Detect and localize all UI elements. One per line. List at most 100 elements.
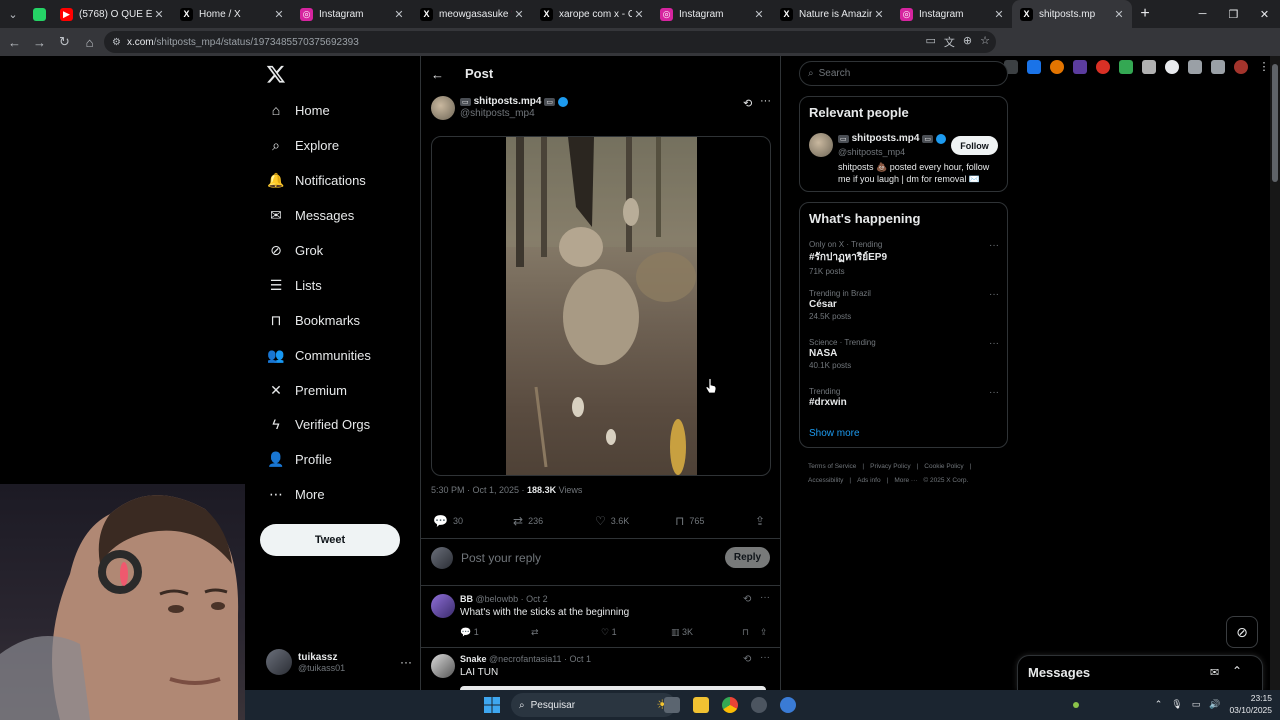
more-dots-icon[interactable]: ··· [989,240,999,251]
share-action[interactable]: ⇪ [755,514,770,528]
more-dots-icon[interactable]: ··· [760,592,770,603]
extension-icon[interactable] [1027,60,1041,74]
comment-bookmark-action[interactable]: ⊓ [742,627,749,638]
account-switcher[interactable]: tuikassz @tuikass01 ··· [266,646,412,678]
tab-close-icon[interactable]: ✕ [632,8,646,21]
display-icon[interactable]: ▭ [1192,699,1201,710]
nav-item-messages[interactable]: ✉ Messages [266,202,354,228]
author-name[interactable]: shitposts.mp4 [474,96,542,107]
comment-reply-action[interactable]: 💬 1 [460,627,479,638]
reload-button[interactable]: ↻ [52,28,77,56]
trend-item[interactable]: Trending #drxwin ··· [809,387,999,408]
address-bar[interactable]: ⚙ x.com/shitposts_mp4/status/19734855703… [104,31,996,53]
comment-like-action[interactable]: ♡ 1 [601,627,617,638]
maximize-button[interactable]: ❐ [1218,0,1249,28]
pinned-tab[interactable] [26,0,52,28]
nav-item-notifications[interactable]: 🔔 Notifications [266,167,366,193]
extension-icon[interactable] [1050,60,1064,74]
tab-close-icon[interactable]: ✕ [992,8,1006,21]
trend-item[interactable]: Science · Trending NASA 40.1K posts ··· [809,338,999,370]
nav-item-explore[interactable]: ⌕ Explore [266,132,339,158]
browser-menu-icon[interactable]: ⋮ [1257,60,1271,74]
star-icon[interactable]: ☆ [980,34,990,50]
x-logo-icon[interactable] [266,64,286,84]
search-input[interactable]: Search [819,68,851,79]
taskbar-search[interactable]: ⌕ Pesquisar ☀ [511,693,676,717]
comment-share-action[interactable]: ⇪ [760,627,768,638]
show-more-link[interactable]: Show more [809,428,860,439]
extensions-puzzle-icon[interactable] [1188,60,1202,74]
comment-author[interactable]: BB [460,594,473,604]
trend-item[interactable]: Only on X · Trending #รักปาฏหาริย์EP9 71… [809,240,999,276]
translate-icon[interactable]: 文 [944,34,955,50]
comment-item[interactable]: Snake @necrofantasia11 · Oct 1 LAI TUN ⟲… [421,650,780,690]
follow-button[interactable]: Follow [951,136,998,155]
more-dots-icon[interactable]: ··· [760,652,770,663]
accessibility-link[interactable]: Accessibility [808,477,843,484]
comment-item[interactable]: BB @belowbb · Oct 2 What's with the stic… [421,590,780,648]
volume-icon[interactable]: 🔊 [1209,699,1220,710]
ads-info-link[interactable]: Ads info [857,477,881,484]
like-action[interactable]: ♡ 3.6K [595,514,629,528]
author-handle[interactable]: @shitposts_mp4 [460,108,568,119]
browser-tab[interactable]: ◎ Instagram ✕ [292,0,412,28]
close-window-button[interactable]: ✕ [1249,0,1280,28]
grok-icon[interactable]: ⟲ [743,594,751,605]
back-arrow-icon[interactable]: ← [431,67,444,82]
site-info-icon[interactable]: ⚙ [112,37,121,48]
back-button[interactable]: ← [2,28,27,56]
browser-tab[interactable]: X Nature is Amazing 🌿✕ [772,0,892,28]
post-video[interactable] [431,136,771,476]
taskbar-clock[interactable]: 23:15 03/10/2025 [1229,692,1272,716]
tweet-button[interactable]: Tweet [260,524,400,556]
browser-tab[interactable]: ◎ Instagram ✕ [892,0,1012,28]
expand-chevron-icon[interactable]: ⌃ [1232,664,1242,678]
browser-tab[interactable]: ◎ Instagram ✕ [652,0,772,28]
messages-drawer[interactable]: Messages ✉ ⌃ [1017,655,1263,690]
forward-button[interactable]: → [27,28,52,56]
microphone-icon[interactable]: 🎙 [1171,699,1182,710]
new-message-icon[interactable]: ✉ [1210,666,1219,679]
repost-action[interactable]: ⇄ 236 [513,514,543,528]
cookie-link[interactable]: Cookie Policy [924,463,963,470]
nav-item-home[interactable]: ⌂ Home [266,97,330,123]
browser-tab[interactable]: Xxarope com x - Curi✕ [532,0,652,28]
browser-tab[interactable]: X Home / X ✕ [172,0,292,28]
avatar[interactable] [431,96,455,120]
nav-item-bookmarks[interactable]: ⊓ Bookmarks [266,307,361,333]
more-dots-icon[interactable]: ··· [760,95,771,107]
tab-close-icon[interactable]: ✕ [752,8,766,21]
avatar[interactable] [809,133,833,157]
browser-tab[interactable]: Xmeowgasasuke 💗✕ [412,0,532,28]
page-scrollbar[interactable] [1270,56,1280,690]
profile-avatar[interactable] [1234,60,1248,74]
extension-icon[interactable] [1142,60,1156,74]
tab-search-button[interactable]: ⌄ [0,0,26,28]
relevant-handle[interactable]: @shitposts_mp4 [838,147,905,157]
post-timestamp[interactable]: 5:30 PM · Oct 1, 2025 · [431,485,527,495]
tab-close-icon[interactable]: ✕ [1112,8,1126,21]
nav-item-premium[interactable]: ✕ Premium [266,377,347,403]
file-explorer-icon[interactable] [693,697,709,713]
windows-start-icon[interactable] [484,697,500,713]
more-dots-icon[interactable]: ··· [989,289,999,300]
video-frame[interactable] [506,137,697,475]
nav-item-verified-orgs[interactable]: ϟ Verified Orgs [266,411,370,437]
grok-icon[interactable]: ⟲ [743,97,752,110]
steam-icon[interactable] [751,697,767,713]
terms-link[interactable]: Terms of Service [808,463,856,470]
extension-icon[interactable] [1096,60,1110,74]
nav-item-communities[interactable]: 👥 Communities [266,342,371,368]
comment-views[interactable]: ▥ 3K [671,627,693,638]
extension-icon[interactable] [1165,60,1179,74]
more-dots-icon[interactable]: ··· [400,655,412,669]
avatar[interactable] [431,654,455,678]
more-dots-icon[interactable]: ··· [989,338,999,349]
grok-floating-button[interactable]: ⊘ [1226,616,1258,648]
relevant-name[interactable]: shitposts.mp4 [852,133,920,144]
tab-close-icon[interactable]: ✕ [872,8,886,21]
chevron-up-icon[interactable]: ⌃ [1155,699,1163,710]
extension-icon[interactable] [1073,60,1087,74]
comment-repost-action[interactable]: ⇄ [531,627,539,638]
browser-tab[interactable]: Xshitposts.mp ✕ [1012,0,1132,28]
